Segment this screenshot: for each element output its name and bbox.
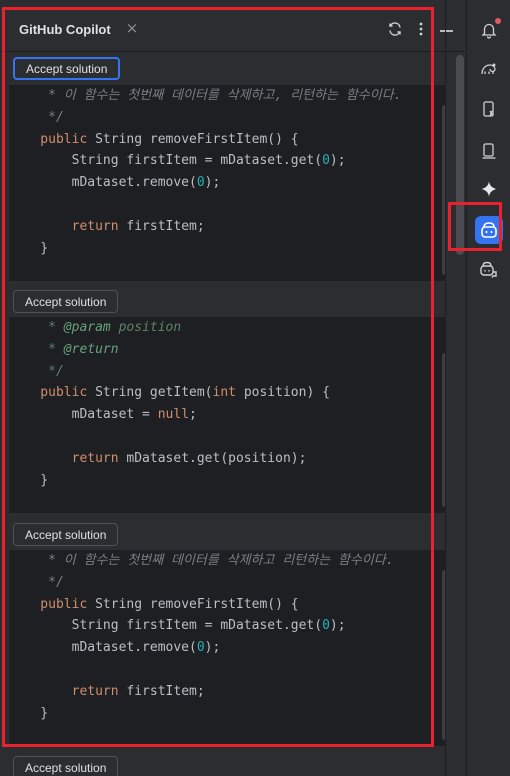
code-line: String firstItem = mDataset.get(0); <box>9 151 346 171</box>
code-token: public <box>9 385 88 401</box>
code-token: mDataset.remove( <box>9 640 197 656</box>
solution-header: Accept solution <box>0 519 445 553</box>
code-line: * 이 함수는 첫번째 데이터를 삭제하고 리턴하는 함수이다. <box>9 551 394 571</box>
code-line: String firstItem = mDataset.get(0); <box>9 616 346 636</box>
code-token: public <box>9 131 88 147</box>
solution-code-block[interactable]: * @param position * @return */ public St… <box>9 317 445 513</box>
code-token: int <box>212 385 236 401</box>
code-token: * <box>9 320 64 335</box>
code-token: null <box>157 407 190 423</box>
code-token: 0 <box>322 153 330 169</box>
code-token: ); <box>204 175 221 191</box>
notifications-bell-icon[interactable] <box>475 16 503 44</box>
code-token: firstItem; <box>118 218 205 234</box>
tool-window-header: GitHub Copilot × <box>0 0 465 52</box>
gradle-elephant-icon[interactable] <box>475 55 503 83</box>
code-token: @param <box>63 320 111 335</box>
solution-header: Accept solution <box>0 286 445 320</box>
code-line: return mDataset.get(position); <box>9 449 307 469</box>
code-token: ); <box>204 640 221 656</box>
close-tab-icon[interactable]: × <box>124 19 140 37</box>
copilot-icon[interactable] <box>475 216 503 244</box>
code-token: * <box>9 341 64 357</box>
code-line: public String removeFirstItem() { <box>9 595 299 615</box>
notification-badge <box>495 18 501 24</box>
code-token: String removeFirstItem() { <box>87 596 299 612</box>
code-line: * @param position <box>9 318 181 338</box>
solution-code-block[interactable]: * 이 함수는 첫번째 데이터를 삭제하고 리턴하는 함수이다. */ publ… <box>9 550 445 746</box>
solution-code-block[interactable]: * 이 함수는 첫번째 데이터를 삭제하고, 리턴하는 함수이다. */ pub… <box>9 85 445 281</box>
accept-solution-button[interactable]: Accept solution <box>13 57 121 80</box>
accept-solution-button[interactable]: Accept solution <box>13 756 119 776</box>
code-token: 0 <box>322 618 330 634</box>
refresh-icon[interactable] <box>385 18 405 40</box>
solution-header: Accept solution <box>0 752 445 776</box>
code-token: return <box>9 683 119 699</box>
code-token: ; <box>189 407 197 423</box>
code-line: } <box>9 704 48 724</box>
code-token: String firstItem = mDataset.get( <box>9 618 323 634</box>
solution-header: Accept solution <box>0 53 445 87</box>
code-line: return firstItem; <box>9 682 205 702</box>
code-line: mDataset = null; <box>9 405 197 425</box>
code-token: */ <box>9 574 64 590</box>
running-devices-icon[interactable] <box>475 137 503 165</box>
code-line: * 이 함수는 첫번째 데이터를 삭제하고, 리턴하는 함수이다. <box>9 86 401 106</box>
accept-solution-button[interactable]: Accept solution <box>13 290 119 313</box>
device-manager-icon[interactable] <box>475 95 503 123</box>
code-token: firstItem; <box>118 683 205 699</box>
code-line: } <box>9 471 48 491</box>
code-token: * 이 함수는 첫번째 데이터를 삭제하고, 리턴하는 함수이다. <box>9 88 402 103</box>
code-token: String removeFirstItem() { <box>87 131 299 147</box>
code-token: * 이 함수는 첫번째 데이터를 삭제하고 리턴하는 함수이다. <box>9 553 394 568</box>
code-line: public String removeFirstItem() { <box>9 130 299 150</box>
code-token: mDataset = <box>9 407 158 423</box>
code-line: */ <box>9 573 64 593</box>
code-token: } <box>9 705 49 721</box>
code-line: return firstItem; <box>9 217 205 237</box>
right-tool-sidebar <box>466 0 510 776</box>
code-token: position) { <box>236 385 330 401</box>
minimize-icon[interactable] <box>440 30 453 32</box>
code-token: ); <box>329 153 346 169</box>
code-token: @return <box>63 341 119 357</box>
gemini-sparkle-icon[interactable] <box>475 175 503 203</box>
panel-divider <box>445 0 446 776</box>
copilot-tool-window: GitHub Copilot × Accept solution * 이 함수는… <box>0 0 465 776</box>
code-token: position <box>110 320 182 335</box>
code-line: } <box>9 239 48 259</box>
code-token: String firstItem = mDataset.get( <box>9 153 323 169</box>
code-line: * @return <box>9 340 119 360</box>
code-token: return <box>9 218 119 234</box>
panel-scrollbar[interactable] <box>456 53 465 776</box>
code-token: String getItem( <box>87 385 213 401</box>
copilot-chat-icon[interactable] <box>475 256 503 284</box>
code-line: mDataset.remove(0); <box>9 638 221 658</box>
panel-scroll-thumb[interactable] <box>456 55 464 255</box>
code-token: 0 <box>196 640 205 656</box>
code-token: } <box>9 240 49 256</box>
code-token: */ <box>9 109 64 125</box>
code-line: public String getItem(int position) { <box>9 383 330 403</box>
code-token: mDataset.get(position); <box>118 450 307 466</box>
code-token: */ <box>9 363 64 379</box>
code-line: */ <box>9 362 64 382</box>
code-token: } <box>9 472 49 488</box>
code-line: mDataset.remove(0); <box>9 173 221 193</box>
tool-window-title[interactable]: GitHub Copilot <box>19 22 111 37</box>
code-token: 0 <box>196 175 205 191</box>
code-line: */ <box>9 108 64 128</box>
code-token: ); <box>329 618 346 634</box>
code-token: public <box>9 596 88 612</box>
more-vertical-icon[interactable] <box>411 18 431 40</box>
code-token: mDataset.remove( <box>9 175 197 191</box>
accept-solution-button[interactable]: Accept solution <box>13 523 119 546</box>
solutions-list: Accept solution * 이 함수는 첫번째 데이터를 삭제하고, 리… <box>0 53 445 776</box>
code-token: return <box>9 450 119 466</box>
